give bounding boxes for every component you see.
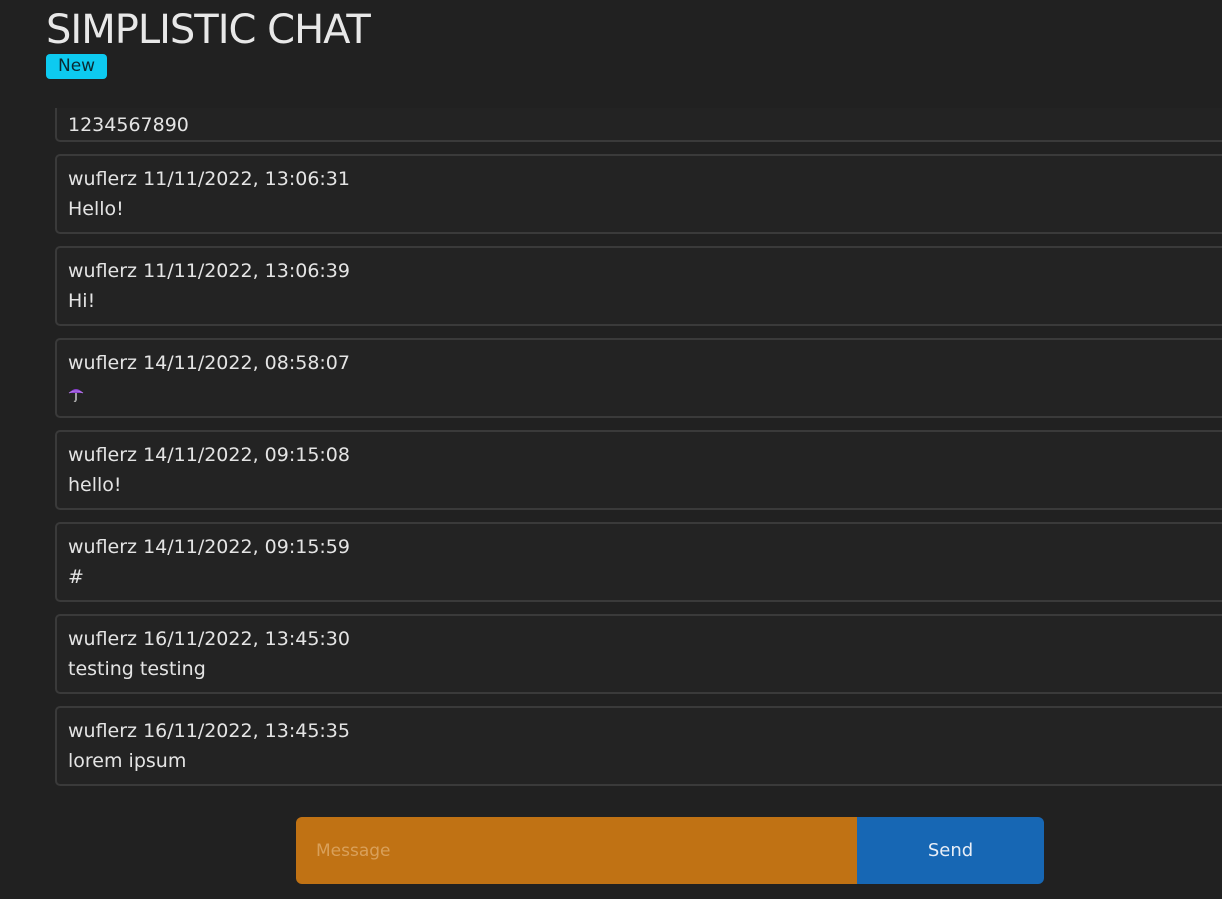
message-text: hello! — [68, 474, 122, 496]
message-item: 1234567890 — [55, 108, 1222, 142]
message-item: wuflerz 14/11/2022, 08:58:07 — [55, 338, 1222, 418]
app-header: SIMPLISTIC CHAT New — [46, 6, 371, 79]
umbrella-emoji-icon — [68, 385, 84, 403]
message-text — [68, 382, 84, 405]
message-header: wuflerz 11/11/2022, 13:06:31 — [68, 168, 350, 190]
message-header: wuflerz 16/11/2022, 13:45:30 — [68, 628, 350, 650]
message-text: Hello! — [68, 198, 124, 220]
message-item: wuflerz 14/11/2022, 09:15:59 # — [55, 522, 1222, 602]
message-item: wuflerz 11/11/2022, 13:06:31 Hello! — [55, 154, 1222, 234]
message-header: wuflerz 16/11/2022, 13:45:35 — [68, 720, 350, 742]
app-title: SIMPLISTIC CHAT — [46, 7, 371, 53]
message-text: # — [68, 566, 84, 588]
send-button[interactable]: Send — [857, 817, 1044, 884]
message-input[interactable] — [296, 817, 857, 884]
message-text: 1234567890 — [68, 114, 189, 136]
message-text: Hi! — [68, 290, 96, 312]
message-text: testing testing — [68, 658, 206, 680]
message-text: lorem ipsum — [68, 750, 187, 772]
message-composer: Send — [296, 817, 1044, 884]
message-item: wuflerz 16/11/2022, 13:45:35 lorem ipsum — [55, 706, 1222, 786]
message-header: wuflerz 14/11/2022, 09:15:59 — [68, 536, 350, 558]
message-item: wuflerz 11/11/2022, 13:06:39 Hi! — [55, 246, 1222, 326]
message-item: wuflerz 14/11/2022, 09:15:08 hello! — [55, 430, 1222, 510]
message-header: wuflerz 14/11/2022, 08:58:07 — [68, 352, 350, 374]
message-header: wuflerz 14/11/2022, 09:15:08 — [68, 444, 350, 466]
new-badge: New — [46, 54, 108, 79]
message-list[interactable]: 1234567890 wuflerz 11/11/2022, 13:06:31 … — [55, 108, 1222, 791]
message-item: wuflerz 16/11/2022, 13:45:30 testing tes… — [55, 614, 1222, 694]
message-header: wuflerz 11/11/2022, 13:06:39 — [68, 260, 350, 282]
